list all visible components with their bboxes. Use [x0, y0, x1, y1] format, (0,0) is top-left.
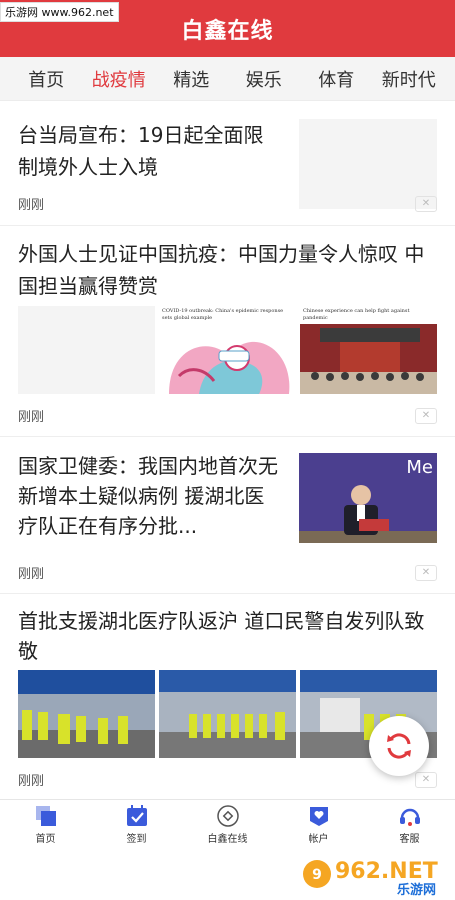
news-time: 刚刚 [18, 567, 45, 582]
news-title: 台当局宣布：19日起全面限制境外人士入境 [18, 123, 264, 179]
bottom-tab-bar: 首页 签到 白鑫在线 帐户 客服 [0, 799, 455, 848]
news-time: 刚刚 [18, 198, 45, 213]
news-meta: 刚刚 ✕ [18, 770, 437, 789]
tabbar-label: 客服 [399, 833, 420, 845]
news-image: COVID-19 outbreak: China's epidemic resp… [159, 306, 296, 394]
brand-logo-sub: 乐游网 [397, 882, 436, 898]
page-title: 白鑫在线 [181, 18, 274, 44]
news-item[interactable]: 外国人士见证中国抗疫：中国力量令人惊叹 中国担当赢得赞赏 COVID-19 ou… [0, 226, 455, 437]
tab-entertainment[interactable]: 娱乐 [228, 66, 301, 92]
news-meta: 刚刚 ✕ [18, 406, 437, 425]
tab-home[interactable]: 首页 [10, 66, 83, 92]
watermark-top: 乐游网 www.962.net [0, 2, 119, 22]
news-meta: 刚刚 ✕ [18, 194, 437, 213]
dismiss-button[interactable]: ✕ [415, 195, 437, 212]
news-title: 外国人士见证中国抗疫：中国力量令人惊叹 中国担当赢得赞赏 [18, 242, 425, 298]
news-image [18, 306, 155, 394]
channel-tabs: 首页 战疫情 精选 娱乐 体育 新时代 [0, 57, 455, 101]
refresh-icon [387, 733, 411, 759]
news-time: 刚刚 [18, 774, 45, 789]
home-icon [34, 804, 58, 828]
thumbnail-text: Me [406, 457, 433, 478]
tab-featured[interactable]: 精选 [155, 66, 228, 92]
tabbar-item-account[interactable]: 帐户 [273, 800, 364, 848]
tabbar-label: 首页 [35, 833, 56, 845]
tabbar-item-online[interactable]: 白鑫在线 [182, 800, 273, 848]
news-item[interactable]: 台当局宣布：19日起全面限制境外人士入境 刚刚 ✕ [0, 101, 455, 226]
dismiss-button[interactable]: ✕ [415, 564, 437, 581]
news-title: 首批支援湖北医疗队返沪 道口民警自发列队致敬 [18, 609, 425, 663]
news-image [18, 670, 155, 758]
dismiss-button[interactable]: ✕ [415, 407, 437, 424]
brand-logo: 9 962.NET 乐游网 [301, 850, 451, 898]
photo-image [300, 324, 437, 394]
news-item[interactable]: 国家卫健委：我国内地首次无新增本土疑似病例 援湖北医疗队正在有序分批... Me… [0, 437, 455, 594]
tab-new-era[interactable]: 新时代 [373, 66, 446, 92]
tabbar-item-service[interactable]: 客服 [364, 800, 455, 848]
tab-epidemic[interactable]: 战疫情 [83, 66, 156, 92]
news-meta: 刚刚 ✕ [18, 563, 437, 582]
online-circle-icon [216, 804, 240, 828]
news-feed: 台当局宣布：19日起全面限制境外人士入境 刚刚 ✕ 外国人士见证中国抗疫：中国力… [0, 101, 455, 807]
photo-image [159, 670, 296, 758]
tab-sports[interactable]: 体育 [300, 66, 373, 92]
photo-image [18, 670, 155, 758]
news-thumbnail: Me [299, 453, 437, 543]
brand-logo-text: 962.NET [335, 859, 438, 884]
tabbar-label: 签到 [126, 833, 147, 845]
dismiss-button[interactable]: ✕ [415, 771, 437, 788]
news-item[interactable]: 首批支援湖北医疗队返沪 道口民警自发列队致敬 刚刚 ✕ [0, 594, 455, 807]
headset-icon [398, 804, 422, 828]
account-heart-icon [307, 804, 331, 828]
tabbar-item-home[interactable]: 首页 [0, 800, 91, 848]
refresh-button[interactable] [369, 716, 429, 776]
news-image [159, 670, 296, 758]
svg-text:9: 9 [312, 867, 322, 883]
news-image: Chinese experience can help fight agains… [300, 306, 437, 394]
illustration-image [169, 341, 290, 394]
news-title: 国家卫健委：我国内地首次无新增本土疑似病例 援湖北医疗队正在有序分批... [18, 454, 278, 538]
tabbar-label: 白鑫在线 [207, 833, 248, 845]
tabbar-item-checkin[interactable]: 签到 [91, 800, 182, 848]
checkin-calendar-icon [125, 804, 149, 828]
news-image-row: COVID-19 outbreak: China's epidemic resp… [18, 306, 437, 394]
news-time: 刚刚 [18, 410, 45, 425]
tabbar-label: 帐户 [308, 833, 329, 845]
